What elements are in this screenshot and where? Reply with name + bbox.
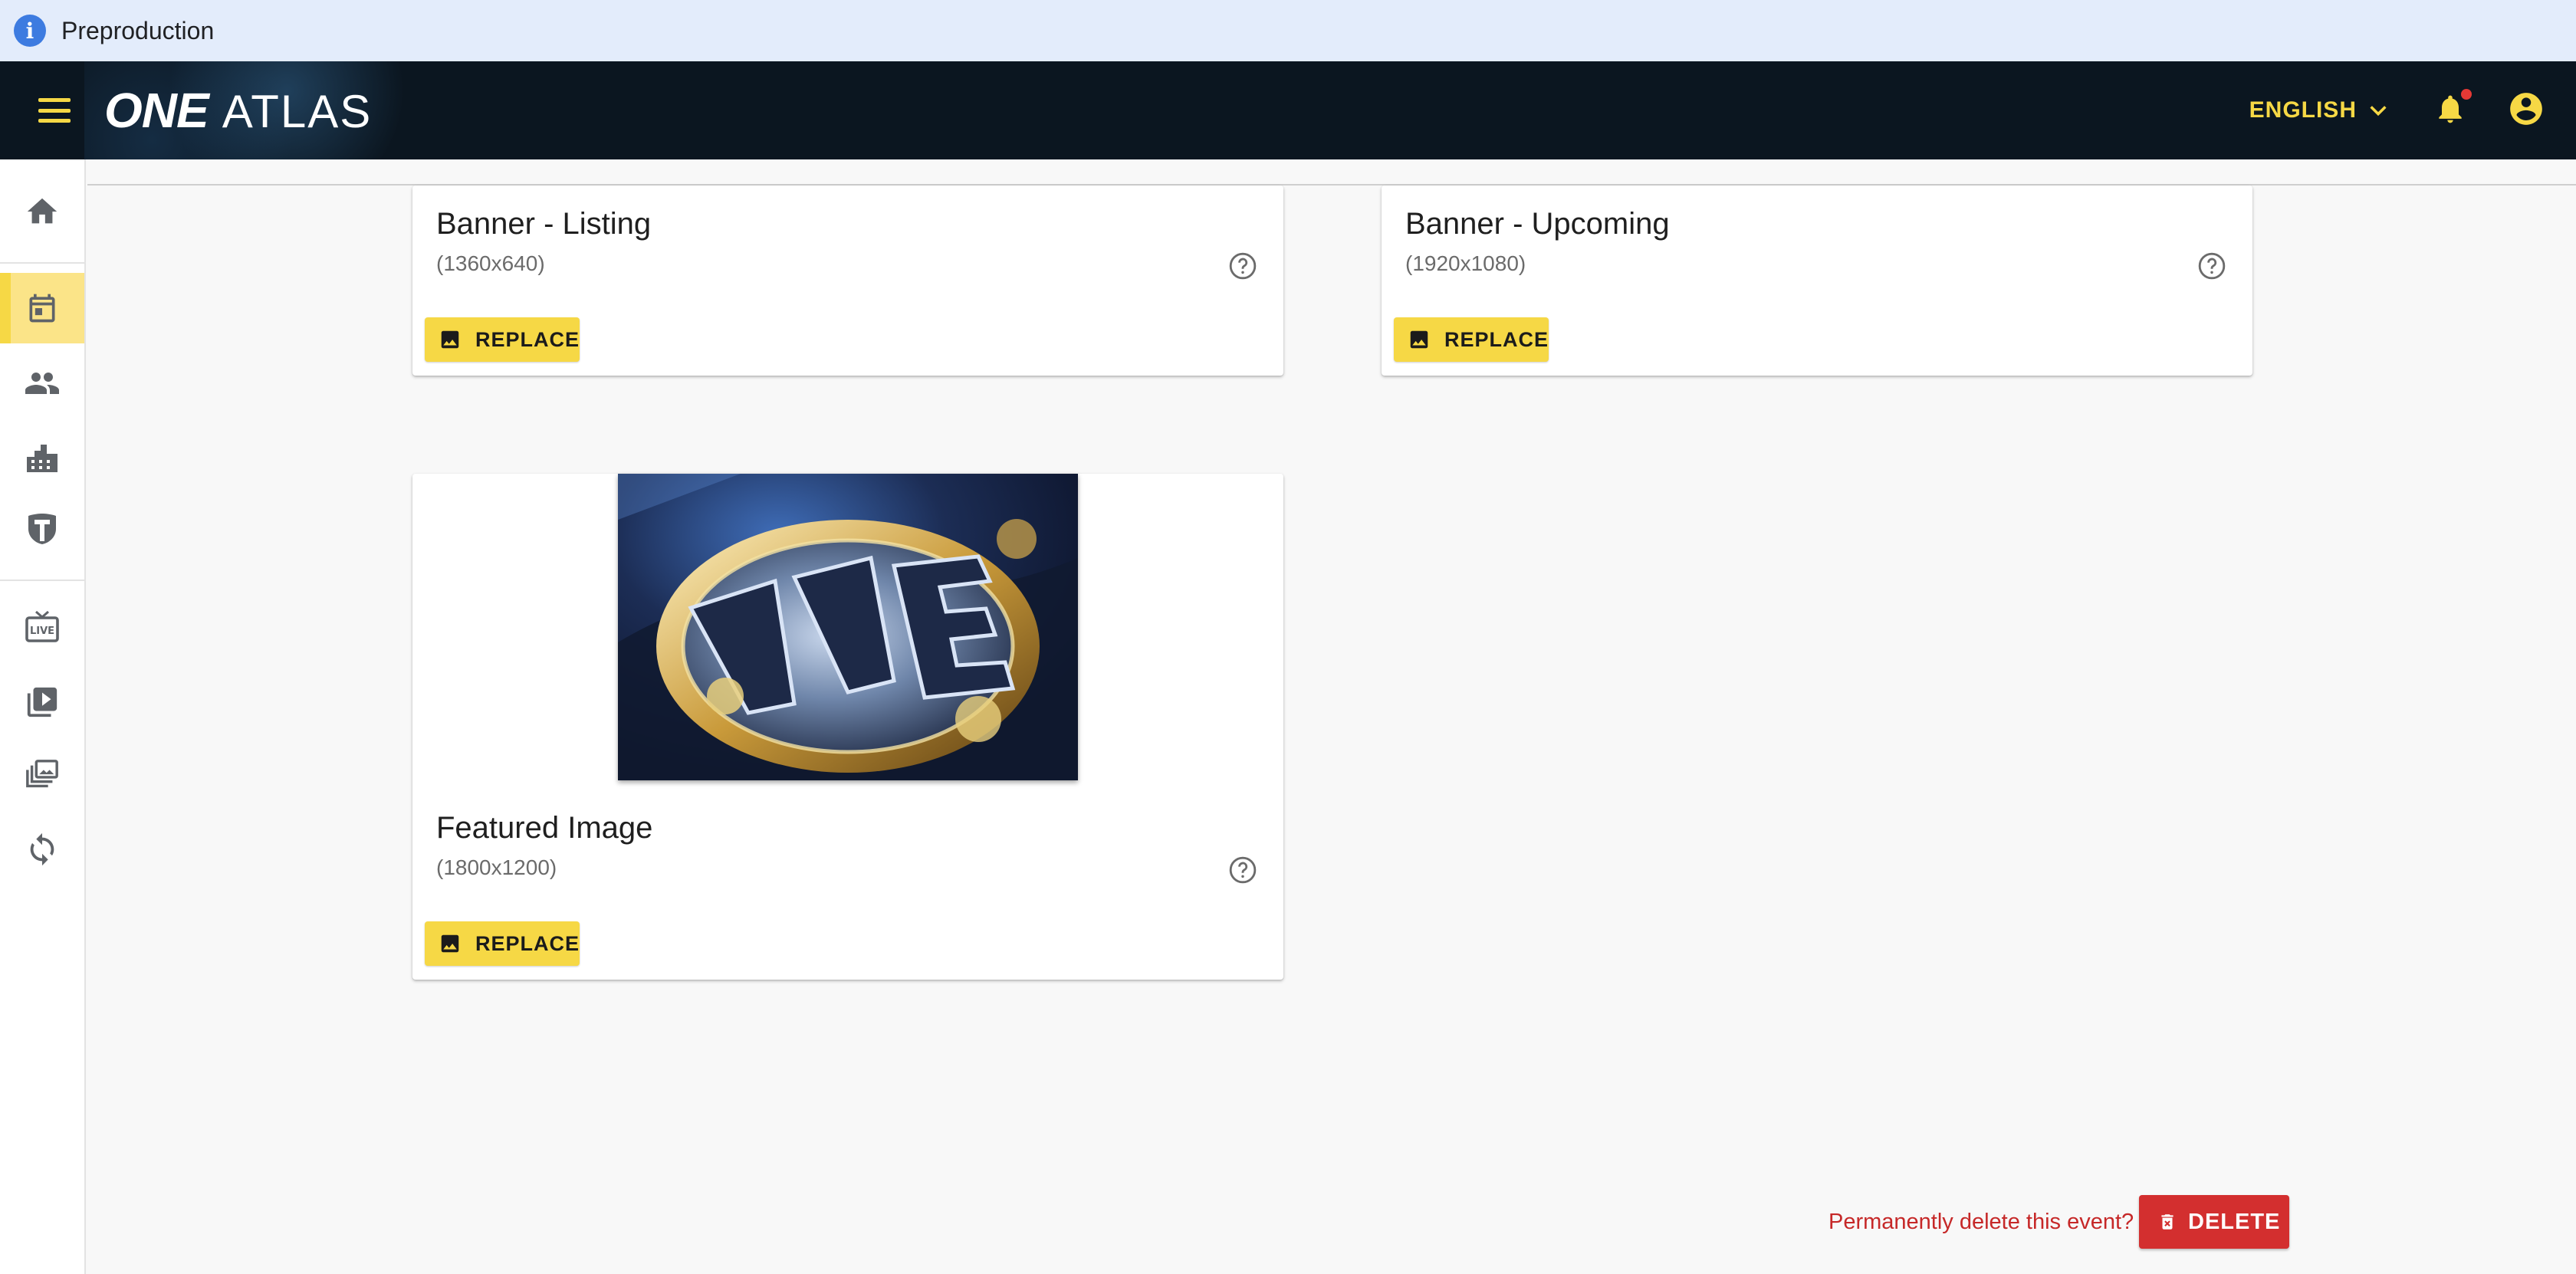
account-circle-icon — [2510, 92, 2542, 125]
environment-banner: i Preproduction — [0, 0, 2576, 61]
sidebar-divider — [0, 262, 84, 264]
help-icon[interactable] — [1228, 855, 1257, 885]
notifications-button[interactable] — [2433, 88, 2472, 130]
delete-event-button[interactable]: DELETE — [2139, 1195, 2289, 1249]
card-size-hint: (1360x640) — [436, 251, 545, 275]
card-title: Banner - Upcoming — [1405, 207, 1670, 241]
logo-secondary: ATLAS — [222, 86, 373, 137]
logo-primary: ONE — [104, 83, 209, 138]
help-icon[interactable] — [2197, 251, 2226, 281]
calendar-icon — [29, 294, 55, 323]
help-icon[interactable] — [1228, 251, 1257, 281]
replace-button-label: REPLACE — [1444, 327, 1549, 351]
replace-button-label: REPLACE — [475, 327, 580, 351]
card-title: Featured Image — [436, 811, 653, 845]
image-icon — [1410, 330, 1428, 349]
sidebar-item-live[interactable]: LIVE — [0, 593, 84, 664]
shield-icon — [28, 514, 56, 544]
sync-icon — [30, 832, 54, 866]
hamburger-menu-icon[interactable] — [38, 98, 71, 123]
buildings-icon — [27, 445, 58, 472]
sidebar-divider — [0, 580, 84, 581]
language-selector[interactable]: ENGLISH — [2249, 97, 2389, 123]
banner-upcoming-card: Banner - Upcoming (1920x1080) REPLACE — [1382, 186, 2252, 376]
delete-button-label: DELETE — [2188, 1209, 2281, 1234]
image-icon — [441, 934, 459, 953]
gallery-icon — [26, 760, 58, 788]
sidebar-item-sync[interactable] — [0, 814, 84, 885]
trash-icon — [2161, 1214, 2174, 1230]
chevron-down-icon — [2370, 106, 2387, 117]
sidebar-item-home[interactable] — [0, 176, 84, 247]
notification-badge — [2461, 88, 2472, 100]
sidebar-item-videos[interactable] — [0, 667, 84, 737]
video-library-icon — [27, 687, 58, 717]
card-size-hint: (1800x1200) — [436, 855, 557, 879]
banner-listing-card: Banner - Listing (1360x640) REPLACE — [412, 186, 1283, 376]
side-navigation: LIVE — [0, 159, 86, 1274]
app-logo[interactable]: ONE ATLAS — [104, 82, 372, 139]
home-icon — [27, 198, 58, 224]
language-label: ENGLISH — [2249, 97, 2357, 123]
sidebar-item-organizations[interactable] — [0, 494, 84, 564]
account-button[interactable] — [2507, 90, 2545, 132]
image-icon — [441, 330, 459, 349]
people-icon — [25, 373, 59, 394]
sidebar-item-venues[interactable] — [0, 423, 84, 494]
delete-event-prompt: Permanently delete this event? — [1829, 1210, 2134, 1234]
championship-belt-image — [618, 474, 1078, 780]
replace-button[interactable]: REPLACE — [1394, 317, 1549, 362]
svg-text:LIVE: LIVE — [30, 626, 54, 637]
info-icon: i — [14, 15, 46, 47]
replace-button[interactable]: REPLACE — [425, 921, 580, 966]
sidebar-item-galleries[interactable] — [0, 740, 84, 811]
card-size-hint: (1920x1080) — [1405, 251, 1526, 275]
featured-image-card: Featured Image (1800x1200) REPLACE — [412, 474, 1283, 980]
sidebar-item-athletes[interactable] — [0, 348, 84, 419]
live-tv-icon: LIVE — [25, 610, 59, 642]
environment-label: Preproduction — [61, 16, 215, 44]
sidebar-item-events[interactable] — [0, 273, 84, 343]
app-bar: ONE ATLAS ENGLISH — [0, 61, 2576, 159]
replace-button-label: REPLACE — [475, 931, 580, 955]
card-title: Banner - Listing — [436, 207, 652, 241]
replace-button[interactable]: REPLACE — [425, 317, 580, 362]
